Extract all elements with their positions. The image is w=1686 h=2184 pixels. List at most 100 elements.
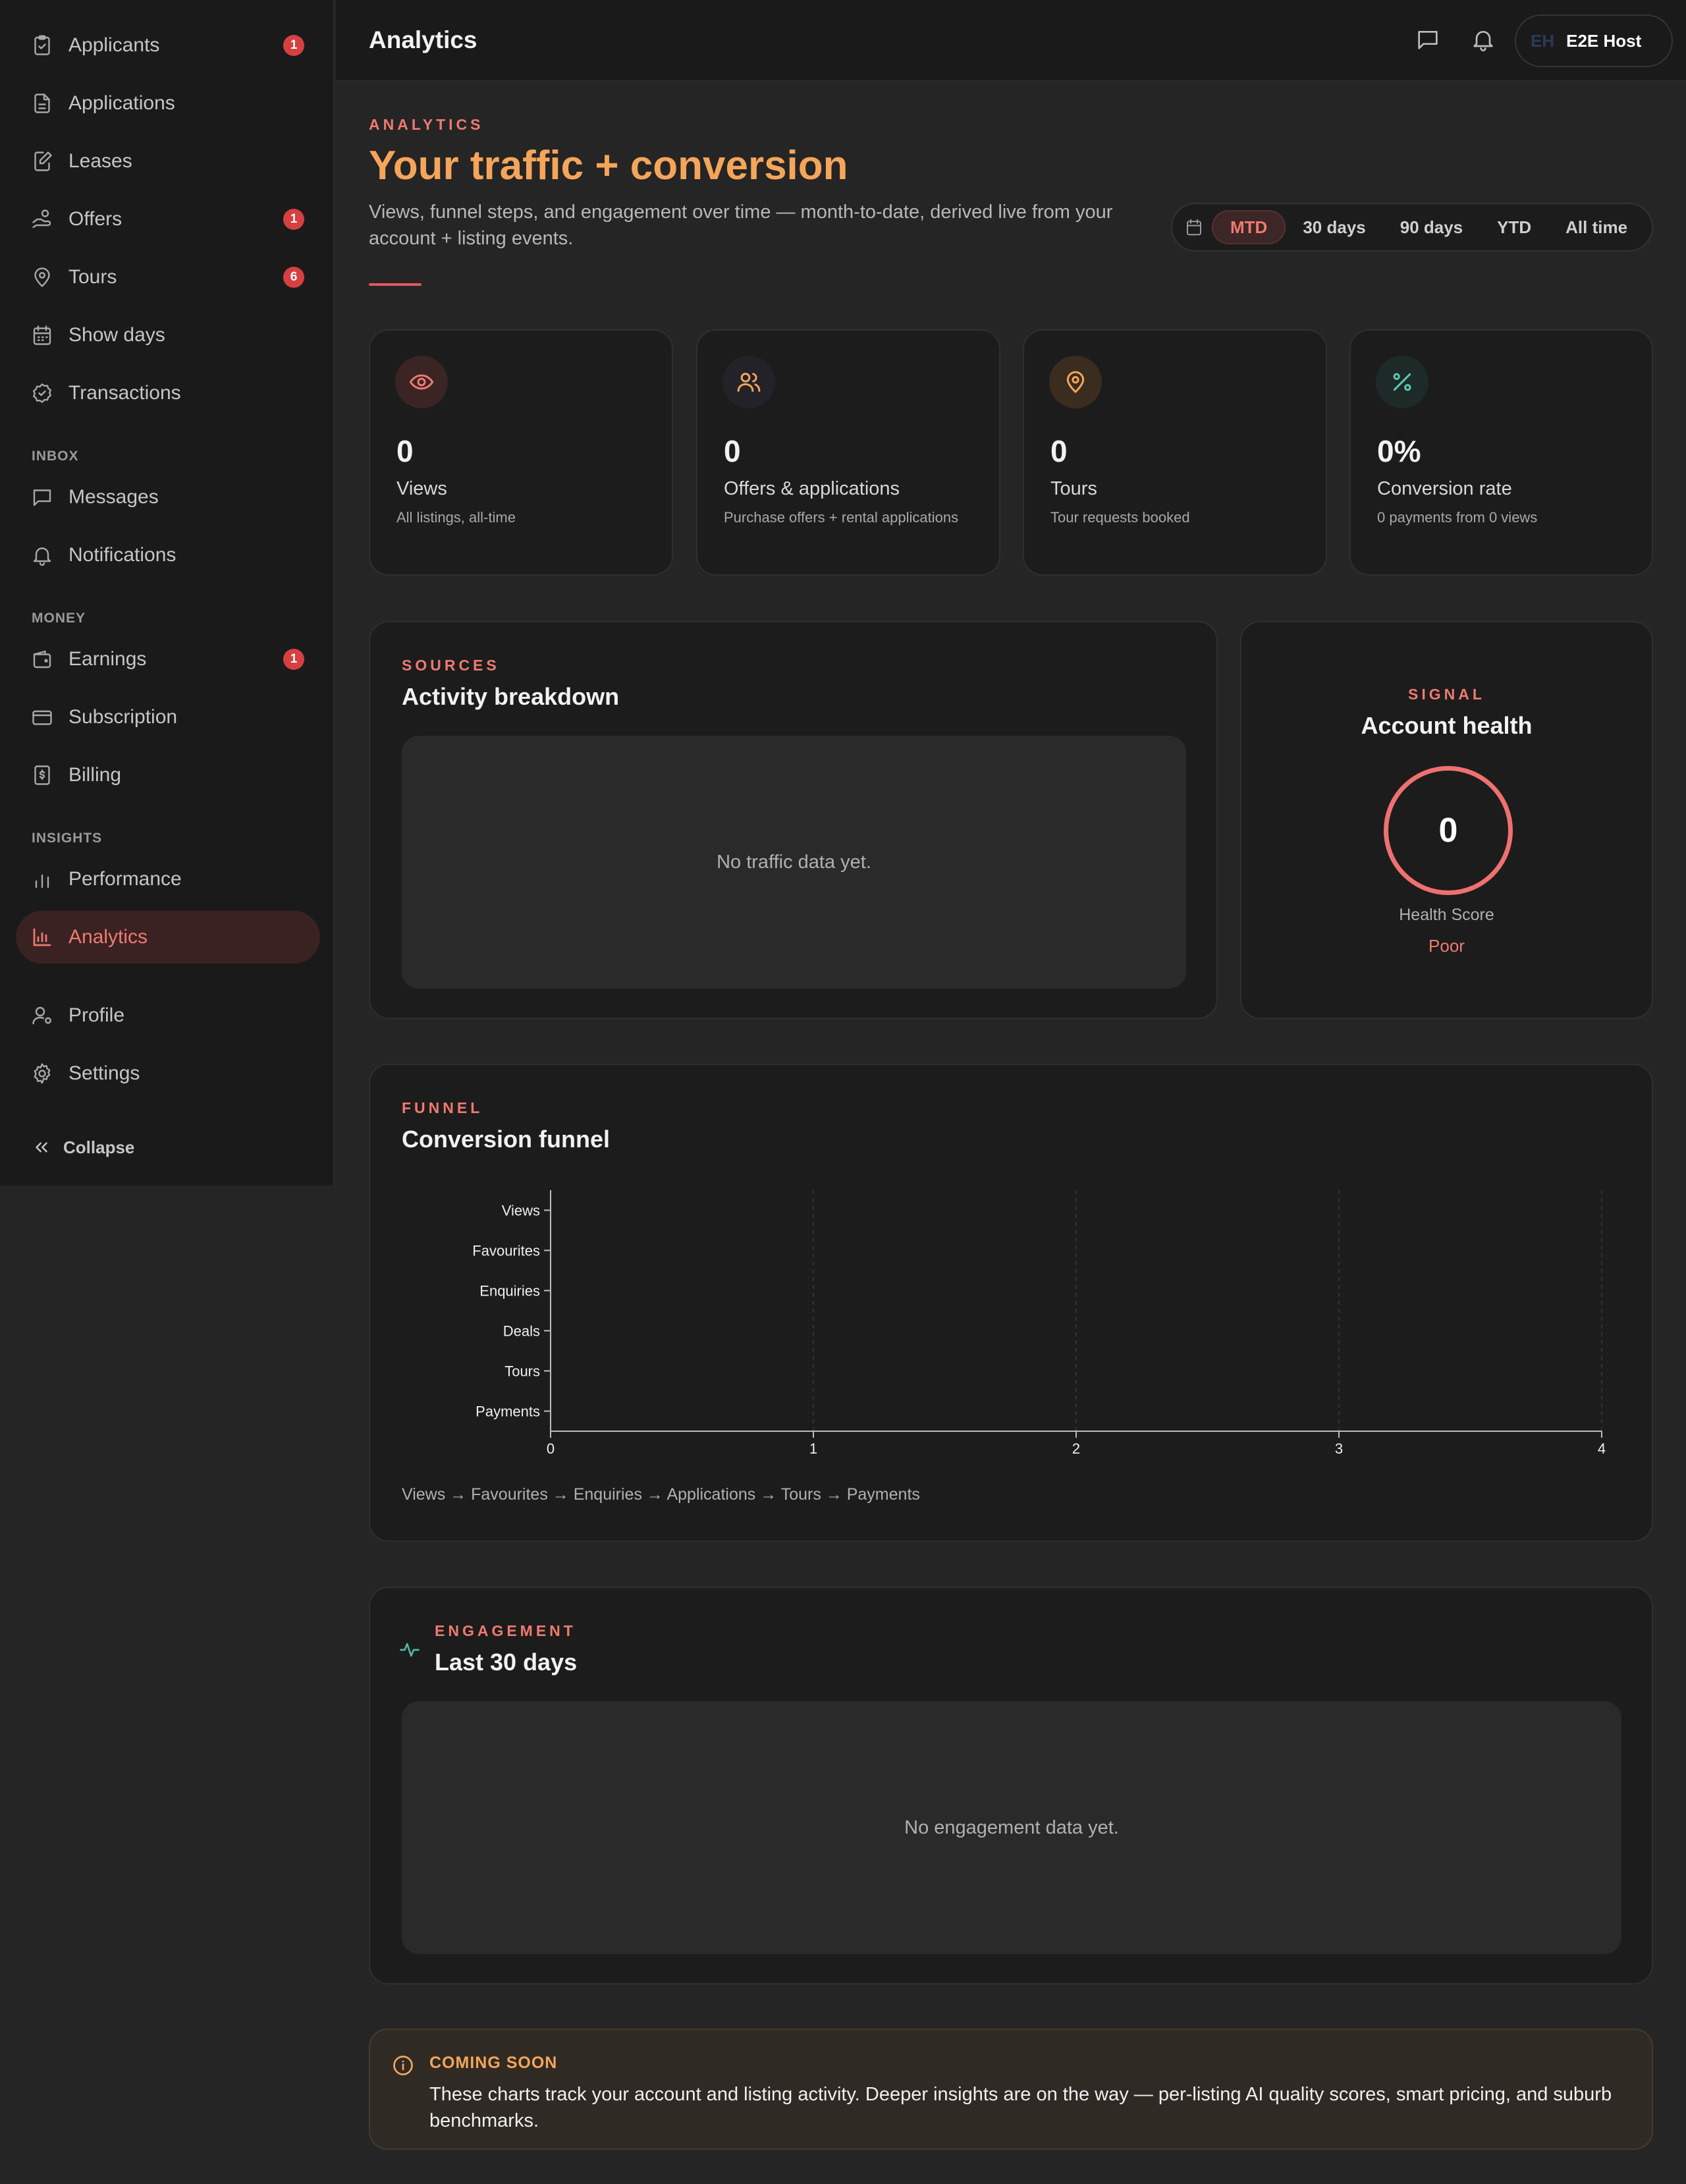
sidebar-item-applications[interactable]: Applications: [16, 77, 320, 130]
collapse-label: Collapse: [63, 1137, 135, 1157]
health-score-label: Health Score: [1399, 906, 1494, 924]
stat-value: 0%: [1377, 434, 1421, 468]
page-title: Analytics: [369, 26, 477, 53]
sidebar-item-label: Analytics: [68, 926, 148, 948]
engagement-eyebrow: ENGAGEMENT: [435, 1622, 576, 1639]
gear-icon: [30, 1062, 54, 1085]
funnel-caption: Views → Favourites → Enquiries → Applica…: [402, 1485, 920, 1504]
eye-icon: [408, 369, 435, 395]
sidebar-item-label: Settings: [68, 1062, 140, 1084]
health-score-ring: 0: [1384, 766, 1513, 895]
avatar: EH: [1531, 30, 1555, 51]
sidebar-item-label: Leases: [68, 150, 132, 172]
engagement-empty-state: No engagement data yet.: [402, 1701, 1621, 1954]
funnel-chart: 0 1 2 3 4 Views Favourites Enquiries Deals Tours P…: [472, 1190, 1606, 1457]
account-menu-button[interactable]: EH E2E Host: [1515, 14, 1673, 67]
header-title: Your traffic + conversion: [369, 143, 848, 188]
credit-card-icon: [30, 705, 54, 729]
sidebar-item-profile[interactable]: Profile: [16, 989, 320, 1042]
stat-value: 0: [1050, 434, 1068, 468]
range-option-all-time[interactable]: All time: [1548, 210, 1645, 244]
sidebar-item-leases[interactable]: Leases: [16, 135, 320, 188]
sidebar-item-performance[interactable]: Performance: [16, 853, 320, 906]
sidebar-item-billing[interactable]: Billing: [16, 749, 320, 802]
sidebar-item-label: Profile: [68, 1004, 125, 1026]
badge-check-icon: [30, 381, 54, 405]
sidebar-item-label: Transactions: [68, 382, 181, 404]
stat-description: Purchase offers + rental applications: [724, 509, 959, 526]
x-tick-label: 3: [1335, 1440, 1343, 1457]
notifications-button[interactable]: [1470, 26, 1496, 53]
sidebar-item-notifications[interactable]: Notifications: [16, 529, 320, 582]
stat-card-views: 0 Views All listings, all-time: [369, 329, 673, 576]
collapse-button[interactable]: Collapse: [32, 1134, 134, 1160]
sidebar-item-label: Messages: [68, 486, 159, 508]
sidebar-item-analytics[interactable]: Analytics: [16, 911, 320, 964]
banner-body: These charts track your account and list…: [429, 2084, 1612, 2131]
users-icon: [736, 369, 762, 395]
stat-description: 0 payments from 0 views: [1377, 509, 1538, 526]
stat-icon: [395, 356, 448, 408]
message-icon: [1415, 26, 1441, 53]
stat-description: Tour requests booked: [1050, 509, 1190, 526]
range-option-90-days[interactable]: 90 days: [1383, 210, 1480, 244]
hand-coins-icon: [30, 207, 54, 231]
count-badge: 1: [283, 209, 304, 230]
map-pin-icon: [30, 265, 54, 289]
y-tick-label: Enquiries: [479, 1283, 540, 1299]
calendar-icon: [1184, 217, 1204, 237]
sidebar-item-label: Notifications: [68, 544, 177, 566]
document-icon: [30, 92, 54, 115]
stat-card-tours: 0 Tours Tour requests booked: [1023, 329, 1327, 576]
range-option-30-days[interactable]: 30 days: [1286, 210, 1382, 244]
count-badge: 1: [283, 35, 304, 56]
range-option-mtd[interactable]: MTD: [1212, 210, 1286, 244]
count-badge: 6: [283, 267, 304, 288]
engagement-card: ENGAGEMENT Last 30 days No engagement da…: [369, 1587, 1653, 1984]
sidebar-item-offers[interactable]: Offers 1: [16, 193, 320, 246]
stat-name: Tours: [1050, 478, 1097, 499]
analytics-chart-icon: [30, 925, 54, 949]
sidebar-item-earnings[interactable]: Earnings 1: [16, 633, 320, 686]
coming-soon-banner: COMING SOON These charts track your acco…: [369, 2029, 1653, 2150]
stat-name: Offers & applications: [724, 478, 900, 499]
sidebar-item-settings[interactable]: Settings: [16, 1047, 320, 1100]
engagement-title: Last 30 days: [435, 1649, 578, 1676]
sources-title: Activity breakdown: [402, 683, 620, 710]
chevrons-left-icon: [32, 1137, 51, 1157]
sidebar-item-show-days[interactable]: Show days: [16, 309, 320, 362]
sidebar-item-label: Offers: [68, 208, 122, 230]
sidebar-item-label: Applicants: [68, 34, 160, 56]
sidebar-item-subscription[interactable]: Subscription: [16, 691, 320, 744]
section-label-money: MONEY: [32, 611, 86, 626]
health-title: Account health: [1361, 712, 1533, 739]
y-tick-label: Views: [502, 1203, 540, 1219]
stat-description: All listings, all-time: [396, 509, 516, 526]
sidebar-item-applicants[interactable]: Applicants 1: [16, 19, 320, 72]
user-cog-icon: [30, 1004, 54, 1027]
sidebar-item-label: Earnings: [68, 648, 147, 670]
section-label-insights: INSIGHTS: [32, 831, 103, 846]
sidebar-item-transactions[interactable]: Transactions: [16, 367, 320, 420]
header-divider: [369, 283, 422, 286]
y-tick-label: Tours: [504, 1363, 540, 1380]
range-option-ytd[interactable]: YTD: [1480, 210, 1548, 244]
stat-value: 0: [396, 434, 414, 468]
date-range-selector: MTD 30 days 90 days YTD All time: [1171, 203, 1653, 252]
health-eyebrow: SIGNAL: [1408, 686, 1485, 703]
stat-icon: [1376, 356, 1428, 408]
bell-icon: [1470, 26, 1496, 53]
x-tick-label: 4: [1598, 1440, 1606, 1457]
header-eyebrow: ANALYTICS: [369, 116, 484, 133]
sidebar-item-label: Performance: [68, 868, 182, 890]
messages-button[interactable]: [1415, 26, 1441, 53]
sidebar-item-messages[interactable]: Messages: [16, 471, 320, 524]
funnel-card: FUNNEL Conversion funnel 0 1 2 3 4 Views Favou…: [369, 1064, 1653, 1542]
file-edit-icon: [30, 150, 54, 173]
sources-card: SOURCES Activity breakdown No traffic da…: [369, 621, 1218, 1019]
stat-name: Conversion rate: [1377, 478, 1512, 499]
stat-icon: [1049, 356, 1102, 408]
clipboard-icon: [30, 34, 54, 57]
sidebar-item-tours[interactable]: Tours 6: [16, 251, 320, 304]
sidebar-item-label: Show days: [68, 324, 165, 346]
